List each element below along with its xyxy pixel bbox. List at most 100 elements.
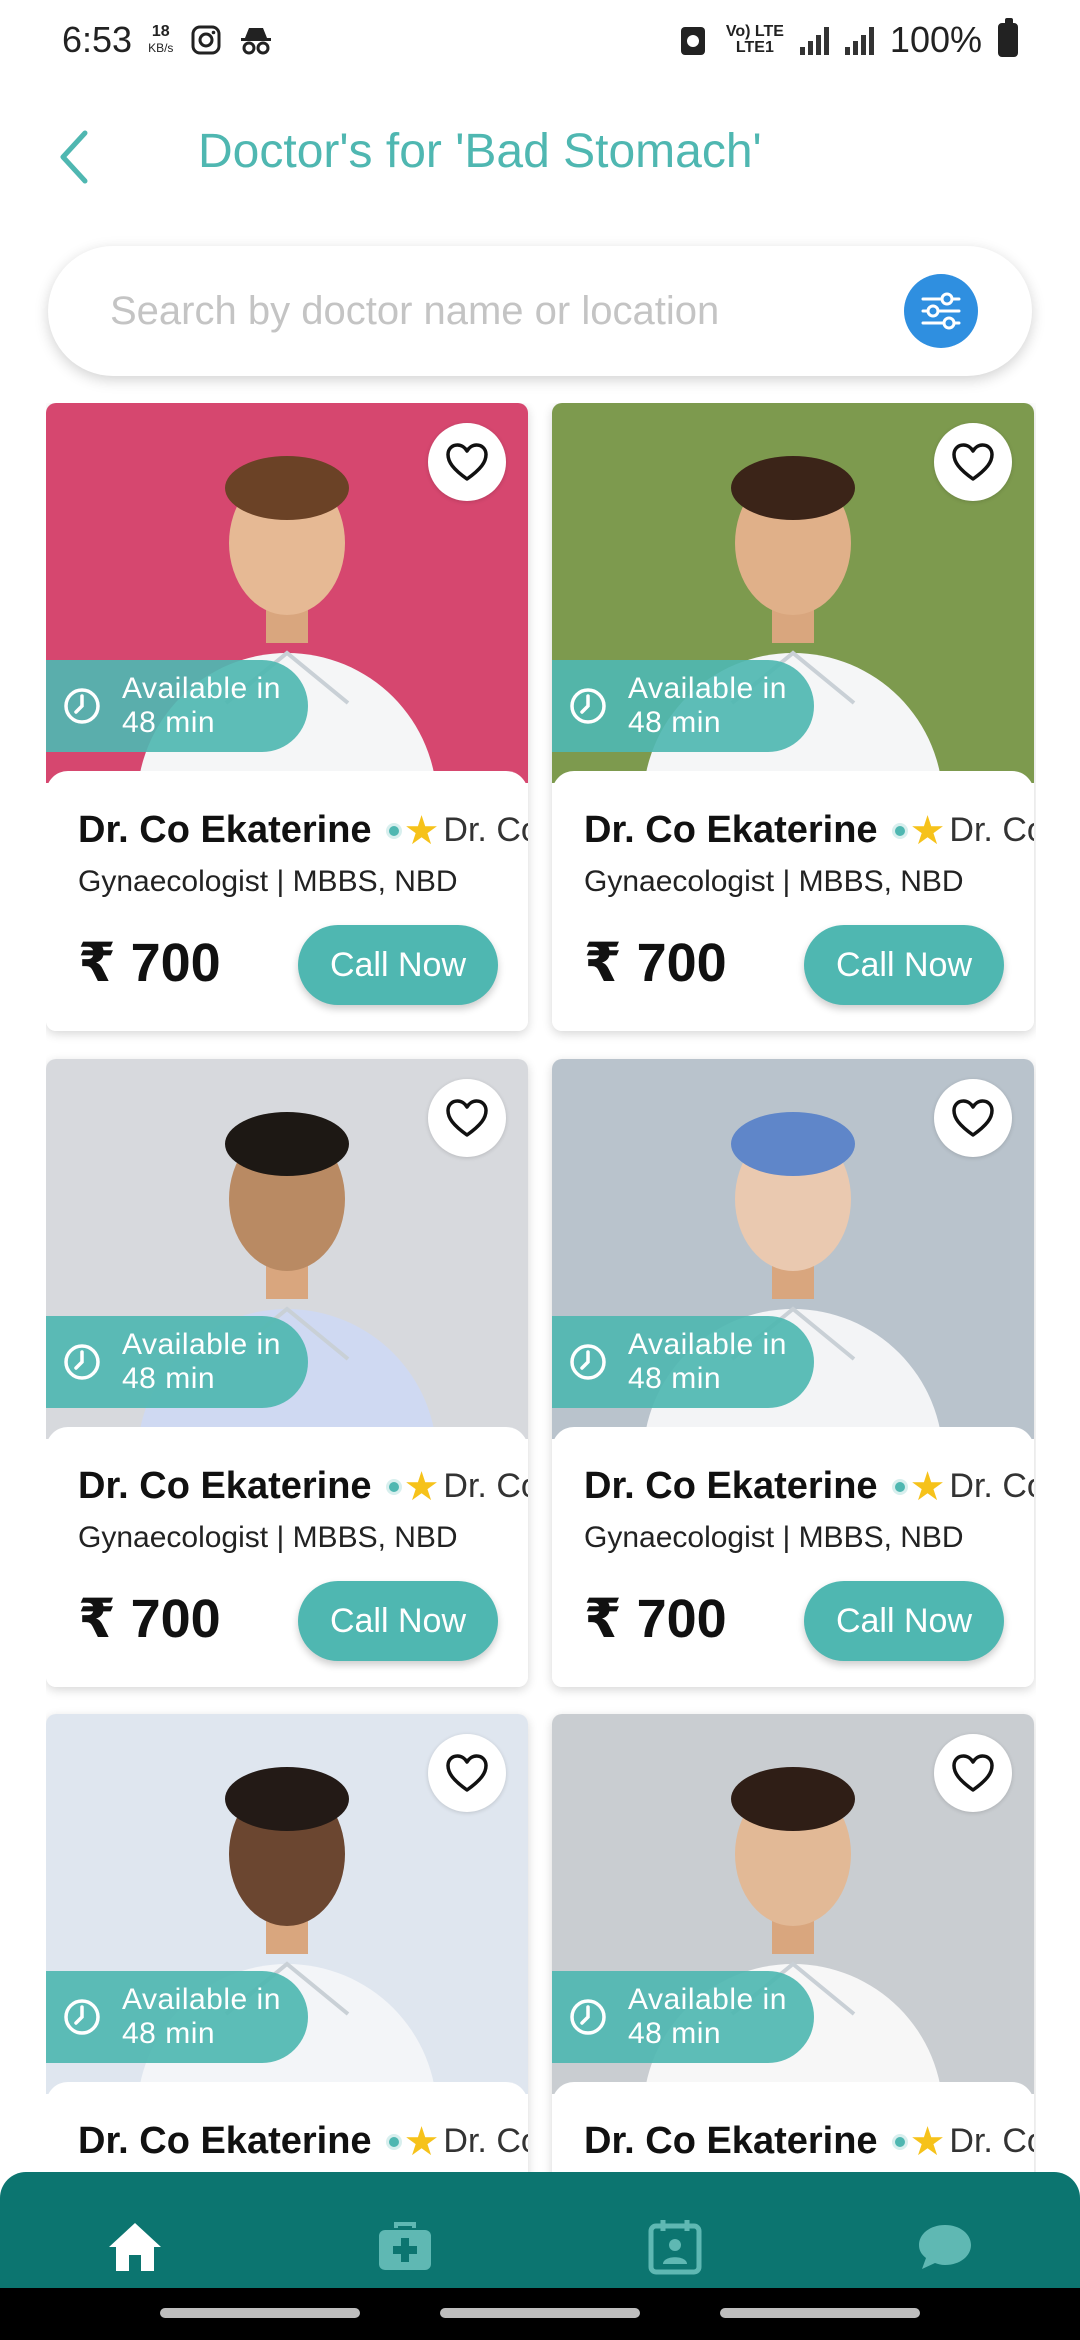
header: Doctor's for 'Bad Stomach' — [0, 100, 1080, 210]
doctor-specialty: Gynaecologist | MBBS, NBD — [584, 1521, 964, 1554]
doctor-card[interactable]: Available in 48 min Dr. Co Ekaterine ★ Dr… — [46, 403, 528, 1031]
doctor-specialty: Gynaecologist | MBBS, NBD — [78, 865, 458, 898]
star-icon: ★ — [403, 2119, 440, 2164]
heart-icon — [446, 1099, 488, 1137]
name-row: Dr. Co Ekaterine ★ Dr. Co — [78, 809, 528, 852]
favorite-button[interactable] — [934, 1734, 1012, 1812]
status-time: 6:53 — [62, 19, 133, 60]
nav-home[interactable] — [100, 2212, 170, 2282]
favorite-button[interactable] — [428, 423, 506, 501]
clock-icon — [64, 1344, 100, 1380]
nav-medical[interactable] — [370, 2212, 440, 2282]
rating-label: Dr. Co — [443, 811, 528, 849]
doctor-name: Dr. Co Ekaterine — [584, 809, 878, 851]
star-icon: ★ — [403, 808, 440, 853]
doctor-specialty: Gynaecologist | MBBS, NBD — [78, 1521, 458, 1554]
call-now-button[interactable]: Call Now — [804, 925, 1004, 1005]
availability-text: Available in 48 min — [122, 672, 281, 739]
availability-badge: Available in 48 min — [46, 1971, 308, 2063]
doctor-card[interactable]: Available in 48 min Dr. Co Ekaterine ★ Dr… — [552, 403, 1034, 1031]
favorite-button[interactable] — [934, 1079, 1012, 1157]
battery-icon — [998, 18, 1018, 57]
star-icon: ★ — [403, 1464, 440, 1509]
rating-label: Dr. Co — [443, 2122, 528, 2160]
medical-kit-icon — [379, 2222, 431, 2270]
network-speed: 18 KB/s — [148, 23, 174, 56]
online-dot-icon — [891, 822, 908, 839]
network-label: Vo) LTE LTE1 — [725, 23, 784, 56]
nav-chat[interactable] — [910, 2212, 980, 2282]
consultation-price: ₹ 700 — [78, 933, 221, 993]
signal-icon-2 — [844, 25, 874, 55]
availability-badge: Available in 48 min — [46, 1316, 308, 1408]
availability-text: Available in 48 min — [628, 1328, 787, 1395]
search-bar — [48, 246, 1032, 376]
favorite-button[interactable] — [428, 1734, 506, 1812]
clock-icon — [570, 688, 606, 724]
consultation-price: ₹ 700 — [584, 1589, 727, 1649]
rating-label: Dr. Co — [949, 1467, 1034, 1505]
doctor-info: Dr. Co Ekaterine ★ Dr. Co Gynaecologist … — [46, 1427, 528, 1687]
consultation-price: ₹ 700 — [584, 933, 727, 993]
favorite-button[interactable] — [934, 423, 1012, 501]
call-now-button[interactable]: Call Now — [298, 1581, 498, 1661]
online-dot-icon — [891, 2133, 908, 2150]
star-icon: ★ — [909, 1464, 946, 1509]
page-title: Doctor's for 'Bad Stomach' — [198, 125, 762, 178]
name-row: Dr. Co Ekaterine ★ Dr. Co — [78, 1465, 528, 1508]
availability-text: Available in 48 min — [628, 672, 787, 739]
online-dot-icon — [385, 822, 402, 839]
heart-icon — [952, 443, 994, 481]
doctor-specialty: Gynaecologist | MBBS, NBD — [584, 865, 964, 898]
name-row: Dr. Co Ekaterine ★ Dr. Co — [584, 809, 1034, 852]
doctor-card[interactable]: Available in 48 min Dr. Co Ekaterine ★ Dr… — [552, 1714, 1034, 2173]
availability-badge: Available in 48 min — [552, 1971, 814, 2063]
heart-icon — [952, 1754, 994, 1792]
heart-icon — [952, 1099, 994, 1137]
search-input[interactable] — [110, 288, 904, 334]
gesture-bar — [0, 2288, 1080, 2340]
doctor-name: Dr. Co Ekaterine — [78, 2120, 372, 2162]
heart-icon — [446, 1754, 488, 1792]
back-button[interactable] — [40, 122, 110, 192]
chat-icon — [919, 2225, 971, 2269]
doctor-name: Dr. Co Ekaterine — [78, 809, 372, 851]
nav-appointments[interactable] — [640, 2212, 710, 2282]
doctor-name: Dr. Co Ekaterine — [78, 1465, 372, 1507]
chevron-left-icon — [60, 130, 88, 184]
filter-button[interactable] — [904, 274, 978, 348]
bottom-nav — [0, 2172, 1080, 2340]
doctor-photo: Available in 48 min — [552, 1059, 1034, 1439]
call-now-button[interactable]: Call Now — [298, 925, 498, 1005]
availability-badge: Available in 48 min — [46, 660, 308, 752]
rating-label: Dr. Co — [443, 1467, 528, 1505]
doctor-card[interactable]: Available in 48 min Dr. Co Ekaterine ★ Dr… — [552, 1059, 1034, 1687]
availability-text: Available in 48 min — [628, 1983, 787, 2050]
instagram-icon — [189, 23, 223, 57]
doctor-card[interactable]: Available in 48 min Dr. Co Ekaterine ★ Dr… — [46, 1714, 528, 2173]
clock-icon — [570, 1999, 606, 2035]
name-row: Dr. Co Ekaterine ★ Dr. Co — [584, 1465, 1034, 1508]
filter-sliders-icon — [921, 292, 961, 330]
doctor-card[interactable]: Available in 48 min Dr. Co Ekaterine ★ Dr… — [46, 1059, 528, 1687]
star-icon: ★ — [909, 808, 946, 853]
rating-label: Dr. Co — [949, 2122, 1034, 2160]
doctor-photo: Available in 48 min — [46, 1059, 528, 1439]
heart-icon — [446, 443, 488, 481]
favorite-button[interactable] — [428, 1079, 506, 1157]
name-row: Dr. Co Ekaterine ★ Dr. Co — [584, 2120, 1034, 2163]
clock-icon — [64, 1999, 100, 2035]
doctor-info: Dr. Co Ekaterine ★ Dr. Co Gynaecologist … — [552, 1427, 1034, 1687]
doctor-name: Dr. Co Ekaterine — [584, 2120, 878, 2162]
doctor-photo: Available in 48 min — [46, 403, 528, 783]
online-dot-icon — [385, 2133, 402, 2150]
doctor-photo: Available in 48 min — [552, 403, 1034, 783]
availability-text: Available in 48 min — [122, 1328, 281, 1395]
star-icon: ★ — [909, 2119, 946, 2164]
data-saver-icon — [676, 23, 710, 57]
doctor-info: Dr. Co Ekaterine ★ Dr. Co Gynaecologist … — [46, 2082, 528, 2173]
call-now-button[interactable]: Call Now — [804, 1581, 1004, 1661]
doctor-info: Dr. Co Ekaterine ★ Dr. Co Gynaecologist … — [552, 2082, 1034, 2173]
clock-icon — [64, 688, 100, 724]
availability-badge: Available in 48 min — [552, 660, 814, 752]
